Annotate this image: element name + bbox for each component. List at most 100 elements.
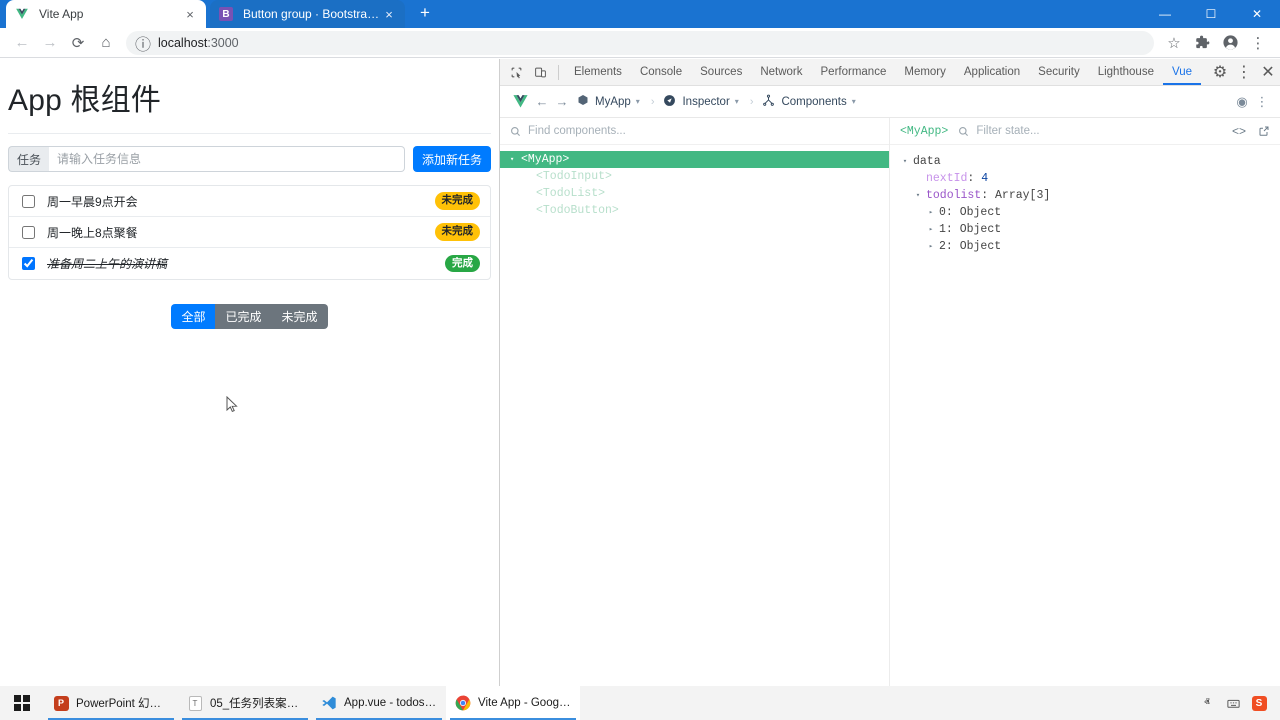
browser-tab-bootstrap[interactable]: B Button group · Bootstrap v4.5 ×	[210, 0, 405, 28]
select-component-target-icon[interactable]: ◉	[1232, 94, 1252, 110]
expand-triangle-icon[interactable]: ▾	[913, 191, 923, 200]
todo-checkbox[interactable]	[22, 225, 35, 239]
vscode-icon	[321, 695, 337, 711]
todo-text-input[interactable]	[49, 146, 405, 172]
tray-chevron-up-icon[interactable]: ⱏ	[1194, 686, 1220, 720]
devtools-tab-performance[interactable]: Performance	[812, 59, 896, 85]
search-icon	[958, 126, 969, 137]
vue-inspector-selector[interactable]: Inspector ▾	[658, 91, 743, 113]
devtools-close-icon[interactable]: ✕	[1256, 60, 1280, 84]
filter-button-group-wrap: 全部 已完成 未完成	[0, 304, 499, 329]
profile-avatar-icon[interactable]	[1216, 29, 1244, 57]
filter-state-input[interactable]	[976, 125, 1220, 137]
state-row-todolist-1[interactable]: ▸ 1: Object	[890, 221, 1280, 238]
new-tab-button[interactable]: +	[411, 0, 439, 27]
state-key: todolist	[926, 189, 982, 202]
state-group-data[interactable]: ▾ data	[890, 153, 1280, 170]
devtools-tab-security[interactable]: Security	[1029, 59, 1089, 85]
minimize-icon[interactable]: —	[1142, 0, 1188, 28]
vue-components-label: Components	[781, 95, 847, 108]
state-key: nextId	[926, 172, 968, 185]
devtools-more-icon[interactable]: ⋮	[1232, 60, 1256, 84]
tree-node-todolist[interactable]: <TodoList>	[500, 185, 889, 202]
vue-devtools-body: ▾ <MyApp> <TodoInput> <TodoList> <TodoBu…	[500, 118, 1280, 686]
browser-tab-title: Button group · Bootstrap v4.5	[243, 7, 381, 21]
devtools-tab-lighthouse[interactable]: Lighthouse	[1089, 59, 1163, 85]
collapse-triangle-icon[interactable]: ▸	[926, 208, 936, 217]
taskbar-item-vscode[interactable]: App.vue - todos -...	[312, 686, 446, 720]
filter-button-all[interactable]: 全部	[171, 304, 216, 329]
extensions-puzzle-icon[interactable]	[1188, 29, 1216, 57]
todo-checkbox[interactable]	[22, 257, 35, 270]
tree-node-todobutton[interactable]: <TodoButton>	[500, 202, 889, 219]
todo-input-group: 任务 添加新任务	[8, 146, 491, 172]
bootstrap-icon: B	[218, 6, 234, 22]
taskbar-item-chrome[interactable]: Vite App - Googl...	[446, 686, 580, 720]
site-info-icon[interactable]: ⓘ	[135, 36, 151, 54]
browser-tab-vite-app[interactable]: Vite App ×	[6, 0, 206, 28]
close-icon[interactable]: ×	[182, 6, 198, 22]
expand-triangle-icon[interactable]: ▾	[900, 157, 910, 166]
vue-forward-icon[interactable]: →	[552, 94, 572, 109]
devtools-tab-elements[interactable]: Elements	[565, 59, 631, 85]
component-tree: ▾ <MyApp> <TodoInput> <TodoList> <TodoBu…	[500, 145, 889, 219]
tree-node-label: <TodoButton>	[536, 204, 619, 217]
devtools-tab-bar: Elements Console Sources Network Perform…	[500, 59, 1280, 86]
todo-list-item[interactable]: 准备周二上午的演讲稿 完成	[9, 248, 490, 279]
start-windows-icon[interactable]	[0, 686, 44, 720]
find-components-input[interactable]	[528, 125, 879, 137]
todo-list-item[interactable]: 周一早晨9点开会 未完成	[9, 186, 490, 217]
todo-checkbox[interactable]	[22, 194, 35, 208]
forward-icon[interactable]: →	[36, 29, 64, 57]
state-row-todolist[interactable]: ▾ todolist: Array[3]	[890, 187, 1280, 204]
back-icon[interactable]: ←	[8, 29, 36, 57]
taskbar-item-powerpoint[interactable]: P PowerPoint 幻灯...	[44, 686, 178, 720]
filter-button-completed[interactable]: 已完成	[215, 304, 272, 329]
taskbar-item-textfile[interactable]: T 05_任务列表案例....	[178, 686, 312, 720]
gear-icon[interactable]: ⚙	[1208, 60, 1232, 84]
browser-menu-icon[interactable]: ⋮	[1244, 29, 1272, 57]
state-row-todolist-2[interactable]: ▸ 2: Object	[890, 238, 1280, 255]
tree-node-myapp[interactable]: ▾ <MyApp>	[500, 151, 889, 168]
todo-list-item[interactable]: 周一晚上8点聚餐 未完成	[9, 217, 490, 248]
code-brackets-icon[interactable]: <>	[1232, 124, 1246, 138]
devtools-tab-console[interactable]: Console	[631, 59, 691, 85]
vue-components-selector[interactable]: Components ▾	[757, 91, 860, 113]
tree-node-todoinput[interactable]: <TodoInput>	[500, 168, 889, 185]
maximize-icon[interactable]: ☐	[1188, 0, 1234, 28]
inspect-element-icon[interactable]	[504, 60, 528, 84]
ime-icon[interactable]	[1220, 686, 1246, 720]
vue-back-icon[interactable]: ←	[532, 94, 552, 109]
collapse-triangle-icon[interactable]: ▸	[926, 225, 936, 234]
sogou-icon[interactable]: S	[1246, 686, 1272, 720]
devtools-tab-vue[interactable]: Vue	[1163, 59, 1201, 85]
expand-triangle-icon[interactable]: ▾	[510, 155, 521, 164]
components-tree-icon	[762, 94, 775, 110]
status-badge: 未完成	[434, 223, 480, 241]
toolbar-divider	[558, 64, 559, 80]
home-icon[interactable]: ⌂	[92, 29, 120, 57]
open-external-icon[interactable]	[1258, 125, 1270, 137]
state-row-todolist-0[interactable]: ▸ 0: Object	[890, 204, 1280, 221]
devtools-tab-sources[interactable]: Sources	[691, 59, 751, 85]
vue-app-selector[interactable]: MyApp ▾	[572, 91, 645, 112]
reload-icon[interactable]: ⟳	[64, 29, 92, 57]
vue-more-icon[interactable]: ⋮	[1252, 94, 1272, 110]
add-task-button[interactable]: 添加新任务	[412, 146, 491, 172]
state-value: Object	[959, 206, 1002, 219]
devtools-tab-network[interactable]: Network	[751, 59, 811, 85]
device-toolbar-icon[interactable]	[528, 60, 552, 84]
devtools-tab-memory[interactable]: Memory	[895, 59, 955, 85]
state-row-nextid[interactable]: nextId: 4	[890, 170, 1280, 187]
filter-button-active[interactable]: 未完成	[271, 304, 328, 329]
close-window-icon[interactable]: ✕	[1234, 0, 1280, 28]
vue-devtools-toolbar: ← → MyApp ▾ › Inspector ▾ › Components ▾	[500, 86, 1280, 118]
close-icon[interactable]: ×	[381, 6, 397, 22]
chrome-icon	[455, 695, 471, 711]
address-bar[interactable]: ⓘ localhost:3000	[126, 30, 1154, 55]
bookmark-star-icon[interactable]: ☆	[1160, 29, 1188, 57]
todo-item-label: 周一晚上8点聚餐	[47, 225, 138, 240]
collapse-triangle-icon[interactable]: ▸	[926, 242, 936, 251]
browser-actions: ☆ ⋮	[1160, 29, 1272, 57]
devtools-tab-application[interactable]: Application	[955, 59, 1029, 85]
